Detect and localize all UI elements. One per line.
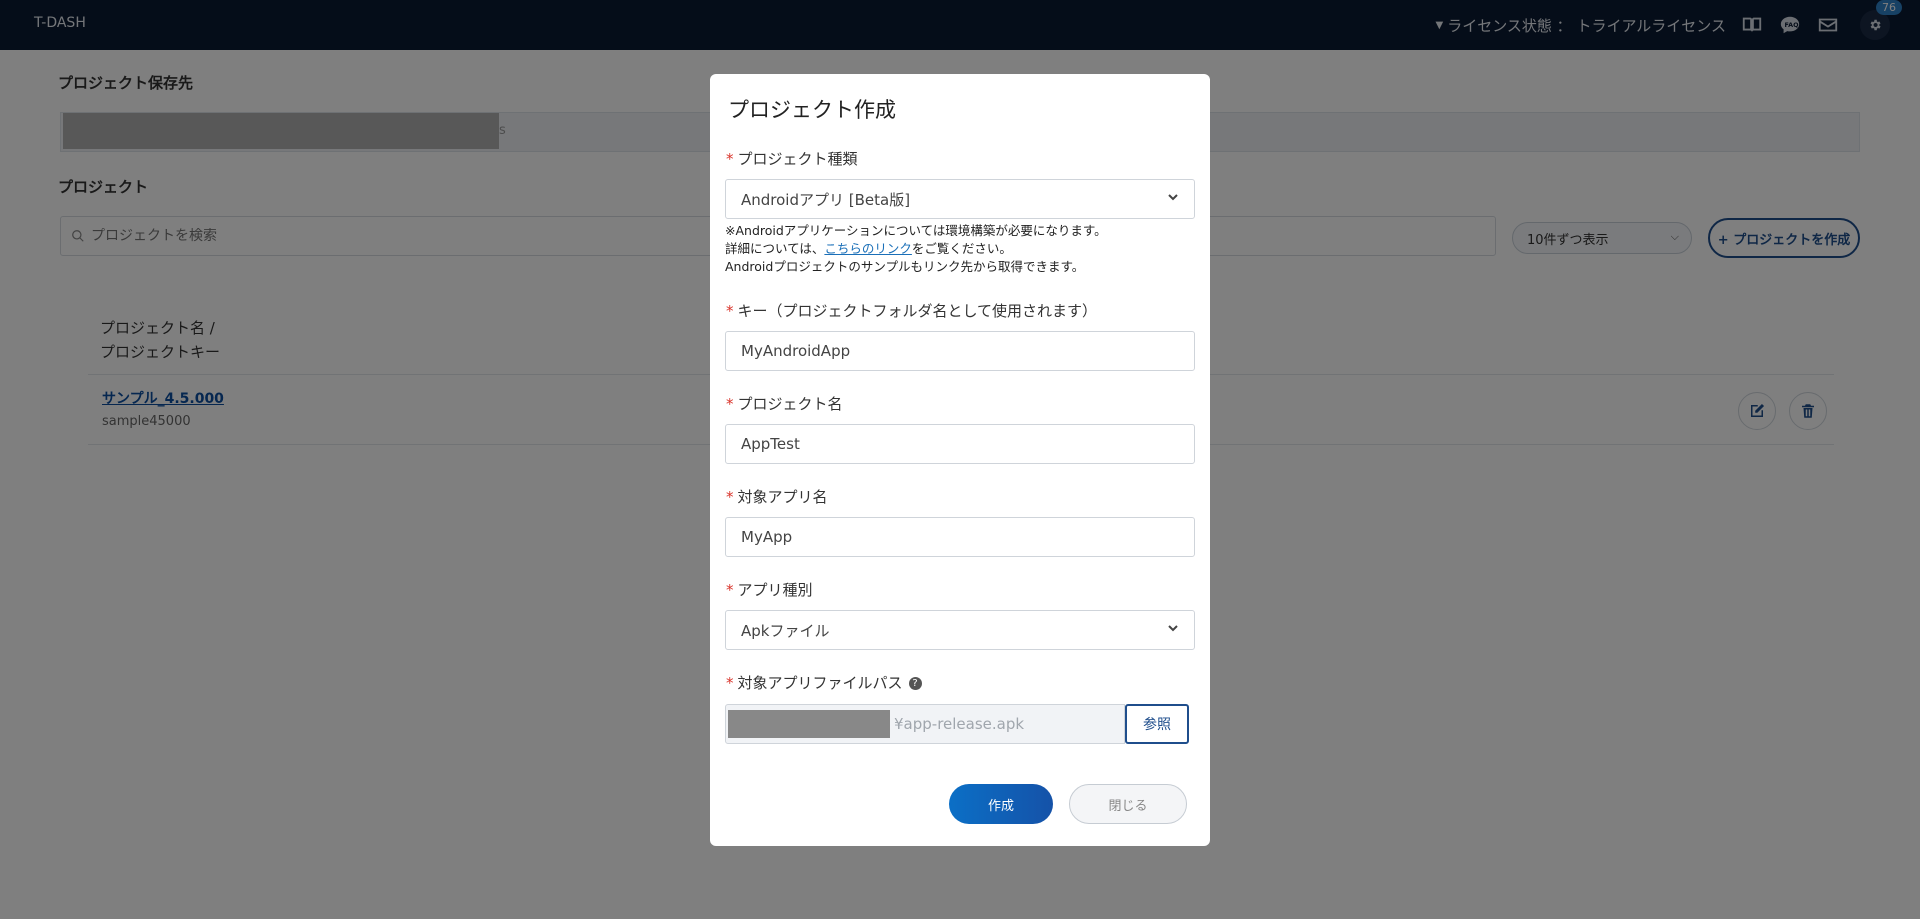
project-name-input[interactable]: AppTest: [725, 424, 1195, 464]
key-input[interactable]: MyAndroidApp: [725, 331, 1195, 371]
close-button[interactable]: 閉じる: [1069, 784, 1187, 824]
app-name-label: * 対象アプリ名: [726, 486, 828, 507]
key-label-text: キー（プロジェクトフォルダ名として使用されます）: [737, 302, 1098, 320]
chevron-down-icon: [1166, 621, 1180, 635]
project-type-select[interactable]: Androidアプリ [Beta版]: [725, 179, 1195, 219]
help-icon[interactable]: ?: [908, 677, 922, 690]
project-name-label-text: プロジェクト名: [737, 395, 843, 413]
note-line-2-pre: 詳細については、: [725, 241, 825, 256]
app-name-label-text: 対象アプリ名: [737, 488, 828, 506]
app-path-label-text: 対象アプリファイルパス: [737, 674, 903, 692]
app-path-input[interactable]: ¥app-release.apk: [725, 704, 1125, 744]
required-mark: *: [726, 150, 734, 168]
required-mark: *: [726, 488, 734, 506]
required-mark: *: [726, 581, 734, 599]
project-name-value: AppTest: [741, 435, 800, 453]
note-line-2-post: をご覧ください。: [911, 241, 1012, 256]
app-path-tail: ¥app-release.apk: [894, 715, 1025, 733]
note-line-3: Androidプロジェクトのサンプルもリンク先から取得できます。: [725, 259, 1085, 274]
required-mark: *: [726, 302, 734, 320]
note-line-1: ※Androidアプリケーションについては環境構築が必要になります。: [725, 223, 1107, 238]
docs-link[interactable]: こちらのリンク: [824, 241, 912, 256]
redacted-path: [728, 710, 890, 738]
project-type-label-text: プロジェクト種類: [737, 150, 858, 168]
create-project-modal: プロジェクト作成 * プロジェクト種類 Androidアプリ [Beta版] ※A…: [710, 74, 1210, 846]
app-path-label: * 対象アプリファイルパス?: [726, 672, 922, 693]
app-name-input[interactable]: MyApp: [725, 517, 1195, 557]
app-type-value: Apkファイル: [741, 621, 830, 640]
project-type-value: Androidアプリ [Beta版]: [741, 190, 911, 209]
modal-title: プロジェクト作成: [728, 98, 896, 122]
project-type-label: * プロジェクト種類: [726, 148, 858, 169]
app-type-label-text: アプリ種別: [737, 581, 813, 599]
android-note: ※Androidアプリケーションについては環境構築が必要になります。 詳細につい…: [725, 222, 1107, 276]
note-line-2: 詳細については、こちらのリンクをご覧ください。: [725, 240, 1107, 258]
required-mark: *: [726, 674, 734, 692]
create-button[interactable]: 作成: [949, 784, 1053, 824]
project-name-label: * プロジェクト名: [726, 393, 843, 414]
browse-button[interactable]: 参照: [1125, 704, 1189, 744]
required-mark: *: [726, 395, 734, 413]
key-value: MyAndroidApp: [741, 342, 851, 360]
chevron-down-icon: [1166, 190, 1180, 204]
app-name-value: MyApp: [741, 528, 793, 546]
app-type-select[interactable]: Apkファイル: [725, 610, 1195, 650]
key-label: * キー（プロジェクトフォルダ名として使用されます）: [726, 300, 1097, 321]
app-type-label: * アプリ種別: [726, 579, 813, 600]
